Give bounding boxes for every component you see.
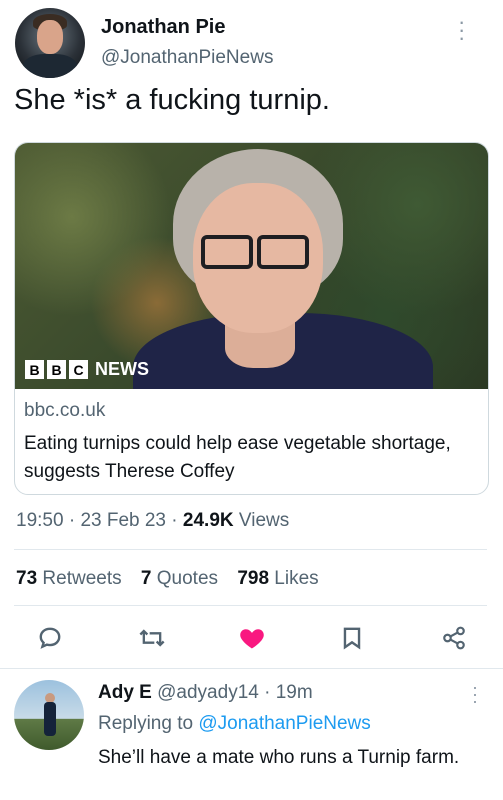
tweet-stats: 73 Retweets 7 Quotes 798 Likes: [16, 568, 333, 590]
reply-author-avatar[interactable]: [14, 680, 84, 750]
link-card[interactable]: B B C NEWS bbc.co.uk Eating turnips coul…: [14, 142, 489, 495]
reply-more-options-icon[interactable]: · · ·: [472, 678, 478, 710]
bookmark-button[interactable]: [332, 618, 372, 658]
reply-separator: ·: [264, 682, 271, 703]
tweet-text: She *is* a fucking turnip.: [14, 84, 330, 116]
tweet-meta: 19:50 · 23 Feb 23 · 24.9K Views: [16, 510, 289, 532]
reply-author-handle[interactable]: @adyady14: [157, 682, 259, 703]
avatar-body: [44, 702, 56, 736]
tweet-time[interactable]: 19:50: [16, 510, 64, 531]
reply-icon: [39, 627, 61, 649]
divider: [0, 668, 503, 669]
avatar-face: [37, 20, 63, 54]
reply-text: She’ll have a mate who runs a Turnip far…: [98, 747, 460, 768]
reply-button[interactable]: [30, 618, 70, 658]
likes-count: 798: [237, 568, 270, 589]
author-handle[interactable]: @JonathanPieNews: [101, 47, 273, 69]
tweet-actions: [14, 618, 487, 658]
meta-separator: ·: [68, 510, 76, 531]
more-options-icon[interactable]: · · ·: [458, 11, 465, 49]
retweet-button[interactable]: [132, 618, 172, 658]
quotes-count: 7: [140, 568, 152, 589]
divider: [14, 605, 487, 606]
avatar-suit: [23, 54, 77, 78]
image-glasses-right: [257, 235, 309, 269]
views-count: 24.9K: [182, 510, 234, 531]
quotes-label: Quotes: [156, 568, 219, 589]
likes-stat[interactable]: 798 Likes: [237, 568, 318, 589]
reply-time[interactable]: 19m: [276, 682, 313, 703]
retweets-stat[interactable]: 73 Retweets: [16, 568, 122, 589]
heart-icon: [240, 629, 264, 649]
image-glasses-left: [201, 235, 253, 269]
replying-to: Replying to @JonathanPieNews: [98, 713, 371, 735]
views-label: Views: [238, 510, 290, 531]
reply-header: Ady E @adyady14 · 19m: [98, 682, 313, 704]
share-icon: [443, 626, 465, 650]
replying-to-handle[interactable]: @JonathanPieNews: [198, 713, 370, 734]
bbc-letter: B: [25, 360, 44, 379]
author-name[interactable]: Jonathan Pie: [101, 16, 225, 39]
bbc-news-text: NEWS: [95, 359, 149, 379]
reply-author-name[interactable]: Ady E: [98, 682, 152, 703]
card-image[interactable]: B B C NEWS: [15, 143, 488, 389]
retweets-count: 73: [16, 568, 38, 589]
divider: [14, 549, 487, 550]
tweet-date[interactable]: 23 Feb 23: [80, 510, 166, 531]
meta-separator: ·: [171, 510, 178, 531]
share-button[interactable]: [434, 618, 474, 658]
card-domain: bbc.co.uk: [24, 400, 106, 421]
replying-to-label: Replying to: [98, 713, 194, 734]
bbc-news-logo: B B C NEWS: [25, 359, 149, 380]
retweets-label: Retweets: [42, 568, 122, 589]
bbc-letter: B: [47, 360, 66, 379]
author-avatar[interactable]: [15, 8, 85, 78]
card-title: Eating turnips could help ease vegetable…: [24, 433, 451, 482]
bbc-letter: C: [69, 360, 88, 379]
retweet-icon: [139, 629, 165, 647]
quotes-stat[interactable]: 7 Quotes: [141, 568, 218, 589]
bookmark-icon: [343, 627, 361, 650]
like-button[interactable]: [232, 618, 272, 658]
likes-label: Likes: [274, 568, 319, 589]
